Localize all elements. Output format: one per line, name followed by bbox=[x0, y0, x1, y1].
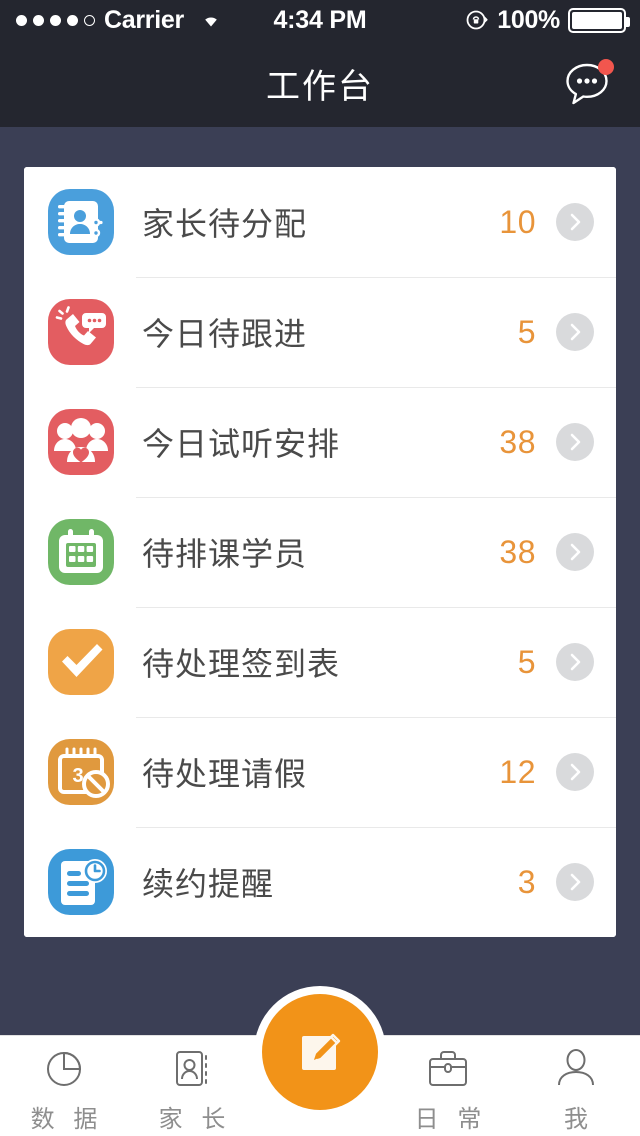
tab-compose[interactable] bbox=[254, 986, 386, 1136]
compose-fab[interactable] bbox=[254, 986, 386, 1118]
list-item-count: 5 bbox=[517, 313, 536, 350]
tab-parents[interactable]: 家 长 bbox=[128, 1036, 256, 1136]
chevron-right-icon[interactable] bbox=[556, 423, 594, 461]
group-heart-icon bbox=[46, 407, 116, 477]
list-item-label: 待处理签到表 bbox=[142, 646, 341, 682]
pie-chart-icon bbox=[38, 1043, 90, 1093]
tab-daily[interactable]: 日 常 bbox=[384, 1036, 512, 1136]
person-icon bbox=[550, 1043, 602, 1093]
list-item-label: 续约提醒 bbox=[142, 866, 275, 902]
list-item-label: 家长待分配 bbox=[142, 206, 308, 242]
page-title: 工作台 bbox=[266, 68, 374, 106]
clock-label: 4:34 PM bbox=[273, 5, 367, 34]
tab-label: 我 bbox=[564, 1105, 594, 1133]
list-item-label: 今日待跟进 bbox=[142, 316, 308, 352]
check-mark-icon bbox=[46, 627, 116, 697]
tab-label: 数 据 bbox=[30, 1105, 104, 1133]
contact-card-icon bbox=[166, 1043, 218, 1093]
briefcase-icon bbox=[422, 1043, 474, 1093]
chevron-right-icon[interactable] bbox=[556, 643, 594, 681]
list-item[interactable]: 家长待分配 10 bbox=[24, 167, 616, 277]
svg-text:3: 3 bbox=[72, 765, 83, 787]
document-clock-icon bbox=[46, 847, 116, 917]
message-bubble-icon[interactable] bbox=[560, 56, 616, 112]
chevron-right-icon[interactable] bbox=[556, 753, 594, 791]
list-item[interactable]: 续约提醒 3 bbox=[24, 827, 616, 937]
list-item-count: 5 bbox=[517, 643, 536, 680]
main-content: 家长待分配 10 今日待跟进 5 今日试听安排 38 待排课学员 38 待处理签… bbox=[0, 127, 640, 1035]
list-item[interactable]: 今日待跟进 5 bbox=[24, 277, 616, 387]
list-item-count: 12 bbox=[499, 753, 536, 790]
chevron-right-icon[interactable] bbox=[556, 533, 594, 571]
list-item[interactable]: 今日试听安排 38 bbox=[24, 387, 616, 497]
address-book-link-icon bbox=[46, 187, 116, 257]
calendar-ban-icon: 3 bbox=[46, 737, 116, 807]
tab-bar: 数 据 家 长 日 常 我 bbox=[0, 986, 640, 1136]
tab-label: 家 长 bbox=[158, 1105, 232, 1133]
tab-data[interactable]: 数 据 bbox=[0, 1036, 128, 1136]
list-item-label: 待处理请假 bbox=[142, 756, 308, 792]
phone-call-chat-icon bbox=[46, 297, 116, 367]
list-item-count: 38 bbox=[499, 533, 536, 570]
chevron-right-icon[interactable] bbox=[556, 313, 594, 351]
tab-label: 日 常 bbox=[414, 1105, 488, 1133]
compose-icon bbox=[262, 994, 378, 1110]
list-item-count: 38 bbox=[499, 423, 536, 460]
status-bar: Carrier 4:34 PM 100% bbox=[0, 0, 640, 40]
calendar-grid-icon bbox=[46, 517, 116, 587]
battery-full-icon bbox=[568, 7, 630, 33]
list-item-count: 10 bbox=[499, 203, 536, 240]
list-item[interactable]: 待处理签到表 5 bbox=[24, 607, 616, 717]
list-item[interactable]: 待排课学员 38 bbox=[24, 497, 616, 607]
tab-me[interactable]: 我 bbox=[512, 1036, 640, 1136]
list-item-label: 今日试听安排 bbox=[142, 426, 341, 462]
list-item[interactable]: 3 待处理请假 12 bbox=[24, 717, 616, 827]
chevron-right-icon[interactable] bbox=[556, 863, 594, 901]
navigation-bar: 工作台 bbox=[0, 40, 640, 127]
chevron-right-icon[interactable] bbox=[556, 203, 594, 241]
list-item-count: 3 bbox=[517, 863, 536, 900]
list-item-label: 待排课学员 bbox=[142, 536, 308, 572]
workbench-list-card: 家长待分配 10 今日待跟进 5 今日试听安排 38 待排课学员 38 待处理签… bbox=[24, 167, 616, 937]
